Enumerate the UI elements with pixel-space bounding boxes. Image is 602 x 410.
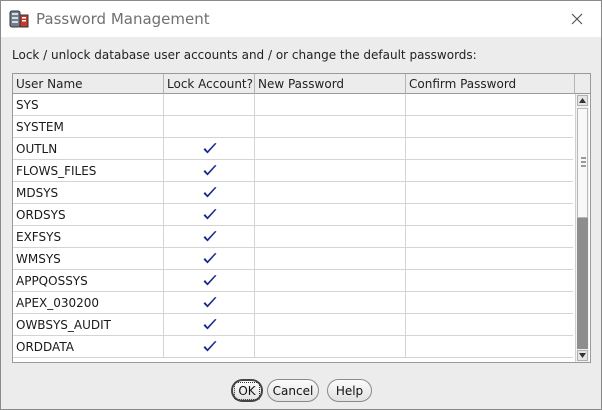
ok-button-label: OK (234, 381, 260, 400)
help-button[interactable]: Help (327, 379, 372, 402)
column-header-new-password[interactable]: New Password (255, 74, 406, 94)
table-row[interactable]: FLOWS_FILES (13, 160, 573, 182)
lock-account-cell[interactable] (164, 336, 255, 358)
user-name-cell: ORDSYS (13, 204, 164, 226)
confirm-password-cell[interactable] (406, 160, 573, 182)
table-row[interactable]: APEX_030200 (13, 292, 573, 314)
window-title: Password Management (36, 10, 210, 28)
checkmark-icon (203, 231, 217, 242)
lock-account-cell[interactable] (164, 138, 255, 160)
table-row[interactable]: OUTLN (13, 138, 573, 160)
new-password-cell[interactable] (255, 314, 406, 336)
checkmark-icon (203, 143, 217, 154)
checkmark-icon (203, 209, 217, 220)
confirm-password-cell[interactable] (406, 204, 573, 226)
checkmark-icon (203, 319, 217, 330)
column-header-user-name[interactable]: User Name (13, 74, 164, 94)
table-row[interactable]: MDSYS (13, 182, 573, 204)
checkmark-icon (203, 341, 217, 352)
table-row[interactable]: SYSTEM (13, 116, 573, 138)
lock-account-cell[interactable] (164, 160, 255, 182)
lock-account-cell[interactable] (164, 314, 255, 336)
vertical-scrollbar[interactable] (575, 94, 589, 362)
confirm-password-cell[interactable] (406, 182, 573, 204)
column-header-confirm-password[interactable]: Confirm Password (406, 74, 575, 94)
confirm-password-cell[interactable] (406, 292, 573, 314)
lock-account-cell[interactable] (164, 292, 255, 314)
ok-button[interactable]: OK (231, 379, 263, 402)
column-header-corner (575, 74, 590, 94)
grip-line (581, 161, 586, 163)
new-password-cell[interactable] (255, 204, 406, 226)
grip-line (581, 165, 586, 167)
confirm-password-cell[interactable] (406, 226, 573, 248)
table-row[interactable]: ORDSYS (13, 204, 573, 226)
scroll-up-button[interactable] (577, 95, 588, 106)
dialog-content: Lock / unlock database user accounts and… (1, 38, 601, 409)
arrow-up-icon (579, 98, 586, 103)
column-header-lock-account[interactable]: Lock Account? (164, 74, 255, 94)
lock-account-cell[interactable] (164, 226, 255, 248)
new-password-cell[interactable] (255, 248, 406, 270)
lock-account-cell[interactable] (164, 116, 255, 138)
new-password-cell[interactable] (255, 270, 406, 292)
new-password-cell[interactable] (255, 116, 406, 138)
scroll-down-button[interactable] (577, 350, 588, 361)
user-name-cell: WMSYS (13, 248, 164, 270)
user-name-cell: ORDDATA (13, 336, 164, 358)
user-name-cell: APEX_030200 (13, 292, 164, 314)
title-bar[interactable]: Password Management (1, 1, 601, 37)
scrollbar-thumb[interactable] (577, 108, 588, 218)
lock-account-cell[interactable] (164, 248, 255, 270)
user-name-cell: EXFSYS (13, 226, 164, 248)
confirm-password-cell[interactable] (406, 138, 573, 160)
new-password-cell[interactable] (255, 94, 406, 116)
user-name-cell: OWBSYS_AUDIT (13, 314, 164, 336)
checkmark-icon (203, 297, 217, 308)
lock-account-cell[interactable] (164, 94, 255, 116)
table-row[interactable]: EXFSYS (13, 226, 573, 248)
close-button[interactable] (563, 7, 591, 31)
checkmark-icon (203, 187, 217, 198)
close-icon (571, 13, 583, 25)
confirm-password-cell[interactable] (406, 314, 573, 336)
checkmark-icon (203, 275, 217, 286)
confirm-password-cell[interactable] (406, 336, 573, 358)
lock-account-cell[interactable] (164, 270, 255, 292)
grip-line (581, 157, 586, 159)
lock-account-cell[interactable] (164, 182, 255, 204)
user-accounts-table: User Name Lock Account? New Password Con… (12, 73, 591, 363)
table-row[interactable]: OWBSYS_AUDIT (13, 314, 573, 336)
user-name-cell: APPQOSSYS (13, 270, 164, 292)
new-password-cell[interactable] (255, 292, 406, 314)
new-password-cell[interactable] (255, 336, 406, 358)
lock-account-cell[interactable] (164, 204, 255, 226)
new-password-cell[interactable] (255, 182, 406, 204)
table-row[interactable]: SYS (13, 94, 573, 116)
table-body: SYS SYSTEM OUTLN FLOWS_FILES MDSYS ORDSYS EXFS… (13, 94, 573, 362)
cancel-button[interactable]: Cancel (267, 379, 319, 402)
confirm-password-cell[interactable] (406, 270, 573, 292)
table-row[interactable]: WMSYS (13, 248, 573, 270)
instructions-text: Lock / unlock database user accounts and… (12, 48, 477, 62)
user-name-cell: FLOWS_FILES (13, 160, 164, 182)
confirm-password-cell[interactable] (406, 94, 573, 116)
scrollbar-track[interactable] (577, 218, 588, 349)
checkmark-icon (203, 165, 217, 176)
new-password-cell[interactable] (255, 138, 406, 160)
user-name-cell: SYSTEM (13, 116, 164, 138)
table-row[interactable]: ORDDATA (13, 336, 573, 358)
arrow-down-icon (579, 353, 586, 358)
table-row[interactable]: APPQOSSYS (13, 270, 573, 292)
database-config-icon (9, 10, 29, 28)
confirm-password-cell[interactable] (406, 248, 573, 270)
new-password-cell[interactable] (255, 226, 406, 248)
password-management-dialog: Password Management Lock / unlock databa… (0, 0, 602, 410)
checkmark-icon (203, 253, 217, 264)
user-name-cell: SYS (13, 94, 164, 116)
user-name-cell: MDSYS (13, 182, 164, 204)
user-name-cell: OUTLN (13, 138, 164, 160)
new-password-cell[interactable] (255, 160, 406, 182)
confirm-password-cell[interactable] (406, 116, 573, 138)
